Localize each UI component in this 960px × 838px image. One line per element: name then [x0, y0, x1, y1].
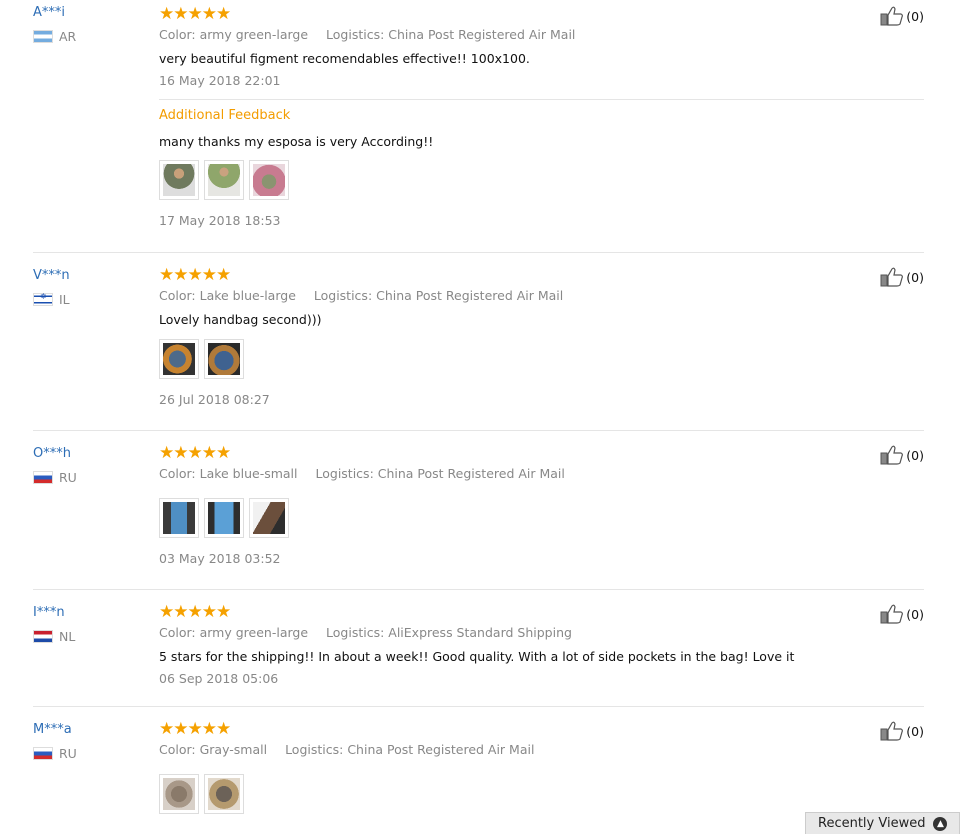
reviewer-info: O***h RU: [33, 439, 153, 485]
helpful-button[interactable]: (0): [880, 721, 924, 741]
review-photo[interactable]: [204, 339, 244, 379]
flag-icon: [33, 292, 53, 306]
logistics: Logistics: China Post Registered Air Mai…: [315, 466, 565, 481]
review-item: O***h RU ★★★★★ Color: Lake blue-small Lo…: [33, 431, 924, 590]
reviewer-name[interactable]: I***n: [33, 605, 153, 620]
helpful-count: (0): [906, 606, 924, 622]
reviewer-info: V***n IL: [33, 261, 153, 307]
review-content: ★★★★★ Color: Lake blue-large Logistics: …: [159, 253, 924, 409]
star-rating: ★★★★★: [159, 265, 231, 285]
review-text: 5 stars for the shipping!! In about a we…: [159, 649, 795, 664]
review-content: ★★★★★ Color: Gray-small Logistics: China…: [159, 707, 924, 814]
reviewer-info: A***i AR: [33, 0, 153, 44]
flag-icon: [33, 471, 53, 484]
review-photo[interactable]: [159, 774, 199, 814]
review-photo[interactable]: [204, 498, 244, 538]
review-text: Lovely handbag second))): [159, 312, 322, 327]
logistics: Logistics: China Post Registered Air Mai…: [313, 288, 564, 303]
review-meta: Color: Gray-small Logistics: China Post …: [159, 741, 924, 759]
reviewer-name[interactable]: A***i: [33, 5, 153, 20]
color-variant: Color: army green-large: [159, 625, 309, 640]
logistics: Logistics: China Post Registered Air Mai…: [285, 742, 535, 757]
review-photo[interactable]: [159, 339, 199, 379]
review-meta: Color: army green-large Logistics: AliEx…: [159, 624, 924, 642]
helpful-button[interactable]: (0): [880, 267, 924, 287]
review-date: 06 Sep 2018 05:06: [159, 671, 279, 686]
country-code: AR: [59, 29, 77, 44]
recently-viewed-button[interactable]: Recently Viewed ▲: [805, 812, 960, 834]
helpful-button[interactable]: (0): [880, 445, 924, 465]
review-item: V***n IL ★★★★★ Color: Lake blue-large Lo…: [33, 253, 924, 431]
thumbs-up-icon: [880, 445, 904, 465]
helpful-count: (0): [906, 269, 924, 285]
country-code: RU: [59, 470, 77, 485]
review-text: very beautiful figment recomendables eff…: [159, 51, 530, 66]
color-variant: Color: Gray-small: [159, 742, 268, 757]
reviewer-country: RU: [33, 470, 153, 485]
color-variant: Color: Lake blue-large: [159, 288, 296, 303]
review-photo[interactable]: [159, 160, 199, 200]
review-content: ★★★★★ Color: army green-large Logistics:…: [159, 0, 924, 230]
helpful-count: (0): [906, 723, 924, 739]
country-code: NL: [59, 629, 76, 644]
reviewer-name[interactable]: V***n: [33, 268, 153, 283]
review-photos: [159, 160, 924, 200]
reviewer-name[interactable]: M***a: [33, 722, 153, 737]
reviewer-country: RU: [33, 746, 153, 761]
additional-feedback: Additional Feedback many thanks my espos…: [159, 99, 924, 230]
flag-icon: [33, 30, 53, 43]
reviewer-country: NL: [33, 629, 153, 644]
review-photo[interactable]: [204, 774, 244, 814]
review-date: 03 May 2018 03:52: [159, 551, 281, 566]
flag-icon: [33, 630, 53, 643]
helpful-button[interactable]: (0): [880, 6, 924, 26]
flag-icon: [33, 747, 53, 760]
review-date: 26 Jul 2018 08:27: [159, 392, 270, 407]
review-photos: [159, 339, 924, 379]
review-item: M***a RU ★★★★★ Color: Gray-small Logisti…: [33, 707, 924, 838]
review-meta: Color: army green-large Logistics: China…: [159, 26, 924, 44]
country-code: IL: [59, 292, 70, 307]
country-code: RU: [59, 746, 77, 761]
review-photos: [159, 498, 924, 538]
review-photo[interactable]: [159, 498, 199, 538]
reviewer-info: I***n NL: [33, 598, 153, 644]
review-photo[interactable]: [249, 160, 289, 200]
reviewer-country: IL: [33, 292, 153, 307]
review-photos: [159, 774, 924, 814]
logistics: Logistics: AliExpress Standard Shipping: [326, 625, 572, 640]
recently-viewed-label: Recently Viewed: [818, 816, 926, 831]
review-meta: Color: Lake blue-large Logistics: China …: [159, 287, 924, 305]
thumbs-up-icon: [880, 267, 904, 287]
helpful-count: (0): [906, 8, 924, 24]
review-item: A***i AR ★★★★★ Color: army green-large L…: [33, 0, 924, 253]
color-variant: Color: army green-large: [159, 27, 309, 42]
color-variant: Color: Lake blue-small: [159, 466, 298, 481]
review-date: 16 May 2018 22:01: [159, 73, 281, 88]
star-rating: ★★★★★: [159, 4, 231, 24]
review-photo[interactable]: [249, 498, 289, 538]
additional-feedback-date: 17 May 2018 18:53: [159, 213, 281, 228]
star-rating: ★★★★★: [159, 602, 231, 622]
review-content: ★★★★★ Color: Lake blue-small Logistics: …: [159, 431, 924, 568]
review-item: I***n NL ★★★★★ Color: army green-large L…: [33, 590, 924, 707]
star-rating: ★★★★★: [159, 719, 231, 739]
helpful-button[interactable]: (0): [880, 604, 924, 624]
thumbs-up-icon: [880, 6, 904, 26]
reviewer-country: AR: [33, 29, 153, 44]
additional-feedback-title: Additional Feedback: [159, 108, 291, 123]
thumbs-up-icon: [880, 721, 904, 741]
additional-feedback-text: many thanks my esposa is very According!…: [159, 134, 434, 149]
thumbs-up-icon: [880, 604, 904, 624]
logistics: Logistics: China Post Registered Air Mai…: [326, 27, 576, 42]
review-meta: Color: Lake blue-small Logistics: China …: [159, 465, 924, 483]
reviewer-name[interactable]: O***h: [33, 446, 153, 461]
helpful-count: (0): [906, 447, 924, 463]
reviewer-info: M***a RU: [33, 715, 153, 761]
review-content: ★★★★★ Color: army green-large Logistics:…: [159, 590, 924, 688]
star-rating: ★★★★★: [159, 443, 231, 463]
chevron-up-icon: ▲: [933, 816, 948, 831]
review-photo[interactable]: [204, 160, 244, 200]
